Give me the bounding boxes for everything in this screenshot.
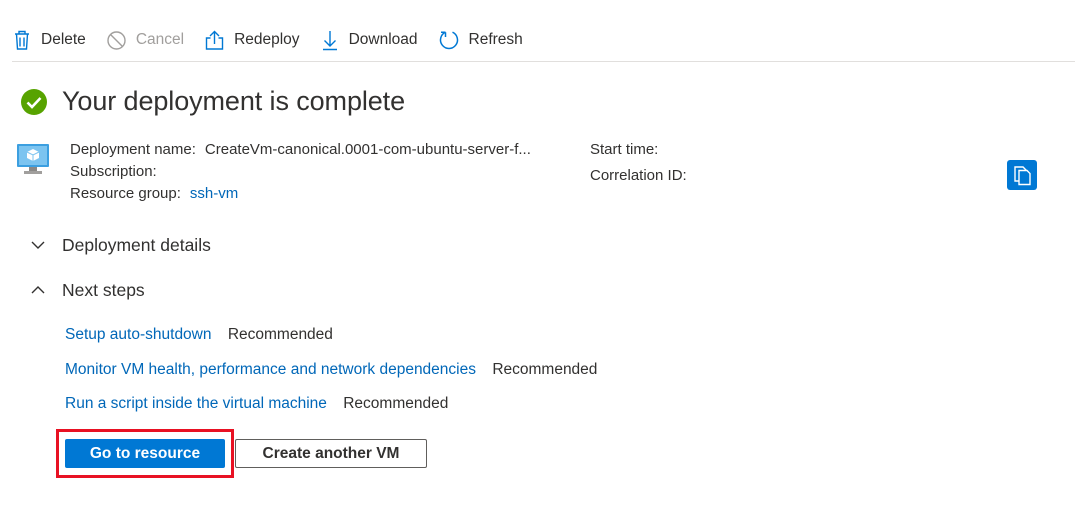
- subscription-label: Subscription:: [70, 163, 157, 180]
- next-step-item: Run a script inside the virtual machine …: [65, 395, 448, 413]
- next-step-item: Setup auto-shutdown Recommended: [65, 326, 333, 344]
- chevron-down-icon: [31, 241, 45, 249]
- deployment-details-toggle[interactable]: Deployment details: [30, 234, 211, 256]
- resource-group-label: Resource group:: [70, 185, 181, 202]
- virtual-machine-icon: [17, 144, 49, 174]
- next-step-item: Monitor VM health, performance and netwo…: [65, 361, 597, 379]
- refresh-icon: [439, 31, 458, 50]
- start-time-row: Start time:: [590, 139, 687, 161]
- cancel-icon: [107, 30, 126, 50]
- create-another-vm-button[interactable]: Create another VM: [235, 439, 427, 468]
- command-bar: Delete Cancel Redeploy Download Refresh: [12, 28, 543, 52]
- cancel-label: Cancel: [135, 31, 185, 48]
- redeploy-button[interactable]: Redeploy: [204, 28, 300, 52]
- next-steps-toggle[interactable]: Next steps: [30, 279, 145, 301]
- page-header: Your deployment is complete: [20, 86, 405, 117]
- cancel-button[interactable]: Cancel: [106, 28, 184, 52]
- correlation-id-label: Correlation ID:: [590, 167, 687, 184]
- upload-icon: [205, 30, 224, 50]
- go-to-resource-button[interactable]: Go to resource: [65, 439, 225, 468]
- deployment-name-label: Deployment name:: [70, 141, 196, 158]
- recommended-tag: Recommended: [343, 395, 449, 412]
- download-button[interactable]: Download: [320, 28, 418, 52]
- deployment-details-label: Deployment details: [62, 234, 211, 255]
- run-script-link[interactable]: Run a script inside the virtual machine: [65, 395, 327, 412]
- deployment-name-row: Deployment name: CreateVm-canonical.0001…: [70, 139, 531, 161]
- delete-button[interactable]: Delete: [12, 28, 86, 52]
- copy-icon: [1014, 166, 1031, 186]
- correlation-id-row: Correlation ID:: [590, 165, 687, 187]
- recommended-tag: Recommended: [492, 361, 598, 378]
- delete-label: Delete: [41, 31, 86, 48]
- page-title: Your deployment is complete: [62, 86, 406, 116]
- download-icon: [322, 31, 337, 51]
- deployment-name-value: CreateVm-canonical.0001-com-ubuntu-serve…: [204, 141, 531, 158]
- trash-icon: [15, 30, 29, 50]
- success-check-icon: [21, 88, 47, 115]
- resource-group-row: Resource group: ssh-vm: [70, 183, 531, 205]
- refresh-label: Refresh: [468, 31, 523, 48]
- resource-group-link[interactable]: ssh-vm: [190, 183, 238, 205]
- copy-button[interactable]: [1007, 160, 1037, 190]
- redeploy-label: Redeploy: [234, 31, 300, 48]
- start-time-label: Start time:: [590, 141, 659, 158]
- refresh-button[interactable]: Refresh: [438, 28, 523, 52]
- setup-auto-shutdown-link[interactable]: Setup auto-shutdown: [65, 326, 212, 343]
- recommended-tag: Recommended: [227, 326, 333, 343]
- download-label: Download: [348, 31, 418, 48]
- deployment-meta: Start time: Correlation ID:: [590, 139, 687, 191]
- next-steps-label: Next steps: [62, 279, 145, 300]
- monitor-vm-health-link[interactable]: Monitor VM health, performance and netwo…: [65, 361, 476, 378]
- deployment-info: Deployment name: CreateVm-canonical.0001…: [70, 139, 531, 205]
- subscription-row: Subscription:: [70, 161, 531, 183]
- chevron-up-icon: [31, 286, 45, 294]
- toolbar-divider: [12, 61, 1075, 62]
